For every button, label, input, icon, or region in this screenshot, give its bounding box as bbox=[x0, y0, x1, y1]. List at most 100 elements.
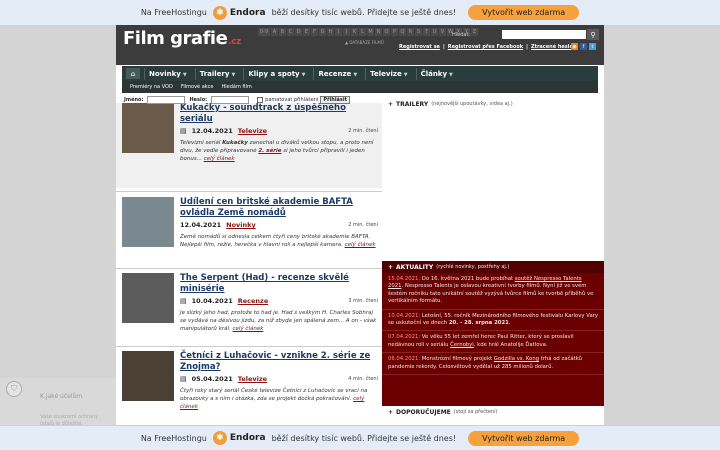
alphabet-letter[interactable]: G bbox=[319, 28, 326, 36]
search-button[interactable]: ⚲ bbox=[587, 29, 599, 40]
read-more-link[interactable]: celý článek bbox=[204, 156, 235, 162]
facebook-icon[interactable]: f bbox=[580, 43, 587, 50]
social-links: ◉ f t bbox=[571, 43, 596, 50]
article-title[interactable]: The Serpent (Had) - recenze skvělé minis… bbox=[180, 273, 378, 295]
create-web-button[interactable]: Vytvořit web zdarma bbox=[468, 5, 580, 20]
twitter-icon[interactable]: t bbox=[589, 43, 596, 50]
hosting-banner-top: Na FreeHostingu ✱ Endora běží desítky tis… bbox=[0, 0, 720, 25]
register-facebook-link[interactable]: Registrovat přes Facebook bbox=[448, 44, 523, 50]
alphabet-letter[interactable]: H bbox=[327, 28, 334, 36]
database-label[interactable]: ▲ DATABÁZE FILMŮ bbox=[345, 40, 384, 45]
name-field[interactable] bbox=[147, 96, 186, 104]
register-link[interactable]: Registrovat se bbox=[399, 44, 440, 50]
trailers-header[interactable]: + TRAILERY (nejnovější upoutávky, videa aj… bbox=[382, 98, 604, 110]
nav-item-clanky[interactable]: Články ▼ bbox=[415, 67, 457, 80]
calendar-icon: ▤ bbox=[180, 297, 187, 305]
article-perex: Čtyři roky starý seriál České televize Č… bbox=[180, 388, 368, 411]
nav-item-trailery[interactable]: Trailery ▼ bbox=[194, 67, 240, 80]
rss-icon[interactable]: ◉ bbox=[571, 43, 578, 50]
site-container: Film grafie.cz 0-9 A B C D E F G H I J K L M N O P Q R S T U V… bbox=[116, 25, 604, 425]
alphabet-letter[interactable]: C bbox=[287, 28, 294, 36]
alphabet-letter[interactable]: U bbox=[431, 28, 438, 36]
alphabet-letter[interactable]: J bbox=[343, 28, 350, 36]
alphabet-index: 0-9 A B C D E F G H I J K L M N O P Q R S T U V W X Y Z bbox=[258, 28, 478, 36]
alphabet-letter[interactable]: I bbox=[335, 28, 342, 36]
news-header[interactable]: + AKTUALITY (rychlé novinky, postřehy aj.) bbox=[382, 261, 604, 273]
article-perex: Země nomádů si odnesla celkem čtyři ceny… bbox=[180, 234, 376, 249]
divider bbox=[116, 191, 382, 192]
alphabet-letter[interactable]: A bbox=[271, 28, 278, 36]
article-thumbnail[interactable] bbox=[122, 351, 174, 401]
alphabet-letter[interactable]: 0-9 bbox=[258, 28, 270, 36]
alphabet-letter[interactable]: R bbox=[407, 28, 414, 36]
plus-icon: + bbox=[388, 263, 394, 271]
nav-item-televize[interactable]: Televize ▼ bbox=[365, 67, 411, 80]
lost-password-link[interactable]: Ztracené heslo bbox=[531, 44, 573, 50]
search-input[interactable] bbox=[502, 30, 586, 39]
endora-logo-icon: ✱ bbox=[212, 5, 227, 20]
read-time: 4 min. čtení bbox=[348, 376, 378, 382]
recommended-header[interactable]: + DOPORUČUJEME (stojí za přečtení) bbox=[382, 406, 604, 418]
subnav-find-film[interactable]: Hledám film bbox=[221, 84, 251, 90]
login-button[interactable]: Přihlásit bbox=[320, 96, 350, 104]
home-button[interactable]: ⌂ bbox=[126, 68, 140, 79]
article-item: Kukačky - soundtrack z úspěšného seriálu… bbox=[116, 103, 382, 188]
shield-icon[interactable]: ⛉ bbox=[6, 381, 22, 397]
read-more-link[interactable]: celý článek bbox=[232, 326, 263, 332]
create-web-button[interactable]: Vytvořit web zdarma bbox=[468, 430, 580, 446]
article-perex: Televizní seriál Kukačky zanechal u divá… bbox=[180, 140, 374, 163]
alphabet-letter[interactable]: B bbox=[279, 28, 286, 36]
subnav-vod[interactable]: Premiéry na VOD bbox=[130, 84, 173, 90]
article-category[interactable]: Recenze bbox=[238, 297, 269, 305]
read-time: 2 min. čtení bbox=[348, 128, 378, 134]
endora-logo-icon: ✱ bbox=[212, 431, 227, 445]
article-thumbnail[interactable] bbox=[122, 273, 174, 323]
alphabet-letter[interactable]: P bbox=[391, 28, 398, 36]
news-link[interactable]: Černobyl bbox=[450, 342, 474, 348]
alphabet-letter[interactable]: E bbox=[303, 28, 310, 36]
trailers-panel: + TRAILERY (nejnovější upoutávky, videa aj… bbox=[382, 98, 604, 261]
subnav-events[interactable]: Filmové akce bbox=[181, 84, 214, 90]
series-link[interactable]: 2. série bbox=[258, 148, 281, 154]
hosting-message: běží desítky tisíc webů. Přidejte se ješ… bbox=[271, 8, 457, 17]
article-thumbnail[interactable] bbox=[122, 103, 174, 153]
remember-label: pamatovat přihlášení bbox=[265, 97, 319, 103]
endora-logo[interactable]: ✱ Endora bbox=[212, 431, 266, 445]
article-meta: 12.04.2021 Novinky 2 min. čtení bbox=[180, 221, 378, 229]
article-category[interactable]: Televize bbox=[238, 375, 267, 383]
cookie-title: K jaké účelům bbox=[40, 393, 83, 400]
article-title[interactable]: Kukačky - soundtrack z úspěšného seriálu bbox=[180, 103, 378, 125]
nav-item-klipy[interactable]: Klipy a spoty ▼ bbox=[243, 67, 309, 80]
recommended-panel: + DOPORUČUJEME (stojí za přečtení) bbox=[382, 406, 604, 425]
alphabet-letter[interactable]: M bbox=[367, 28, 374, 36]
alphabet-letter[interactable]: K bbox=[351, 28, 358, 36]
nav-item-novinky[interactable]: Novinky ▼ bbox=[144, 67, 191, 80]
alphabet-letter[interactable]: L bbox=[359, 28, 366, 36]
alphabet-letter[interactable]: Z bbox=[471, 28, 478, 36]
search-icon: ⚲ bbox=[590, 30, 596, 39]
alphabet-letter[interactable]: Q bbox=[399, 28, 406, 36]
news-link[interactable]: Godzilla vs. Kong bbox=[494, 356, 539, 362]
password-field[interactable] bbox=[211, 96, 250, 104]
main-nav: ⌂ Novinky ▼ Trailery ▼ Klipy a spoty ▼ Rece… bbox=[122, 66, 598, 81]
alphabet-letter[interactable]: F bbox=[311, 28, 318, 36]
hosting-banner-bottom: Na FreeHostingu ✱ Endora běží desítky tis… bbox=[0, 425, 720, 450]
account-links: Registrovat se | Registrovat přes Faceboo… bbox=[399, 44, 573, 50]
alphabet-letter[interactable]: S bbox=[415, 28, 422, 36]
alphabet-letter[interactable]: T bbox=[423, 28, 430, 36]
alphabet-letter[interactable]: V bbox=[439, 28, 446, 36]
article-title[interactable]: Udílení cen britské akademie BAFTA ovlád… bbox=[180, 197, 378, 219]
article-category[interactable]: Televize bbox=[238, 127, 267, 135]
article-title[interactable]: Četníci z Luhačovic - vznikne 2. série z… bbox=[180, 351, 378, 373]
nav-item-recenze[interactable]: Recenze ▼ bbox=[313, 67, 361, 80]
article-thumbnail[interactable] bbox=[122, 197, 174, 247]
alphabet-letter[interactable]: N bbox=[375, 28, 382, 36]
site-logo[interactable]: Film grafie.cz bbox=[123, 28, 241, 49]
alphabet-letter[interactable]: O bbox=[383, 28, 390, 36]
remember-checkbox[interactable] bbox=[257, 97, 264, 103]
endora-logo[interactable]: ✱ Endora bbox=[212, 5, 266, 20]
article-meta: ▤ 10.04.2021 Recenze 3 min. čtení bbox=[180, 297, 378, 305]
article-category[interactable]: Novinky bbox=[226, 221, 256, 229]
read-more-link[interactable]: celý článek bbox=[345, 242, 376, 248]
alphabet-letter[interactable]: D bbox=[295, 28, 302, 36]
